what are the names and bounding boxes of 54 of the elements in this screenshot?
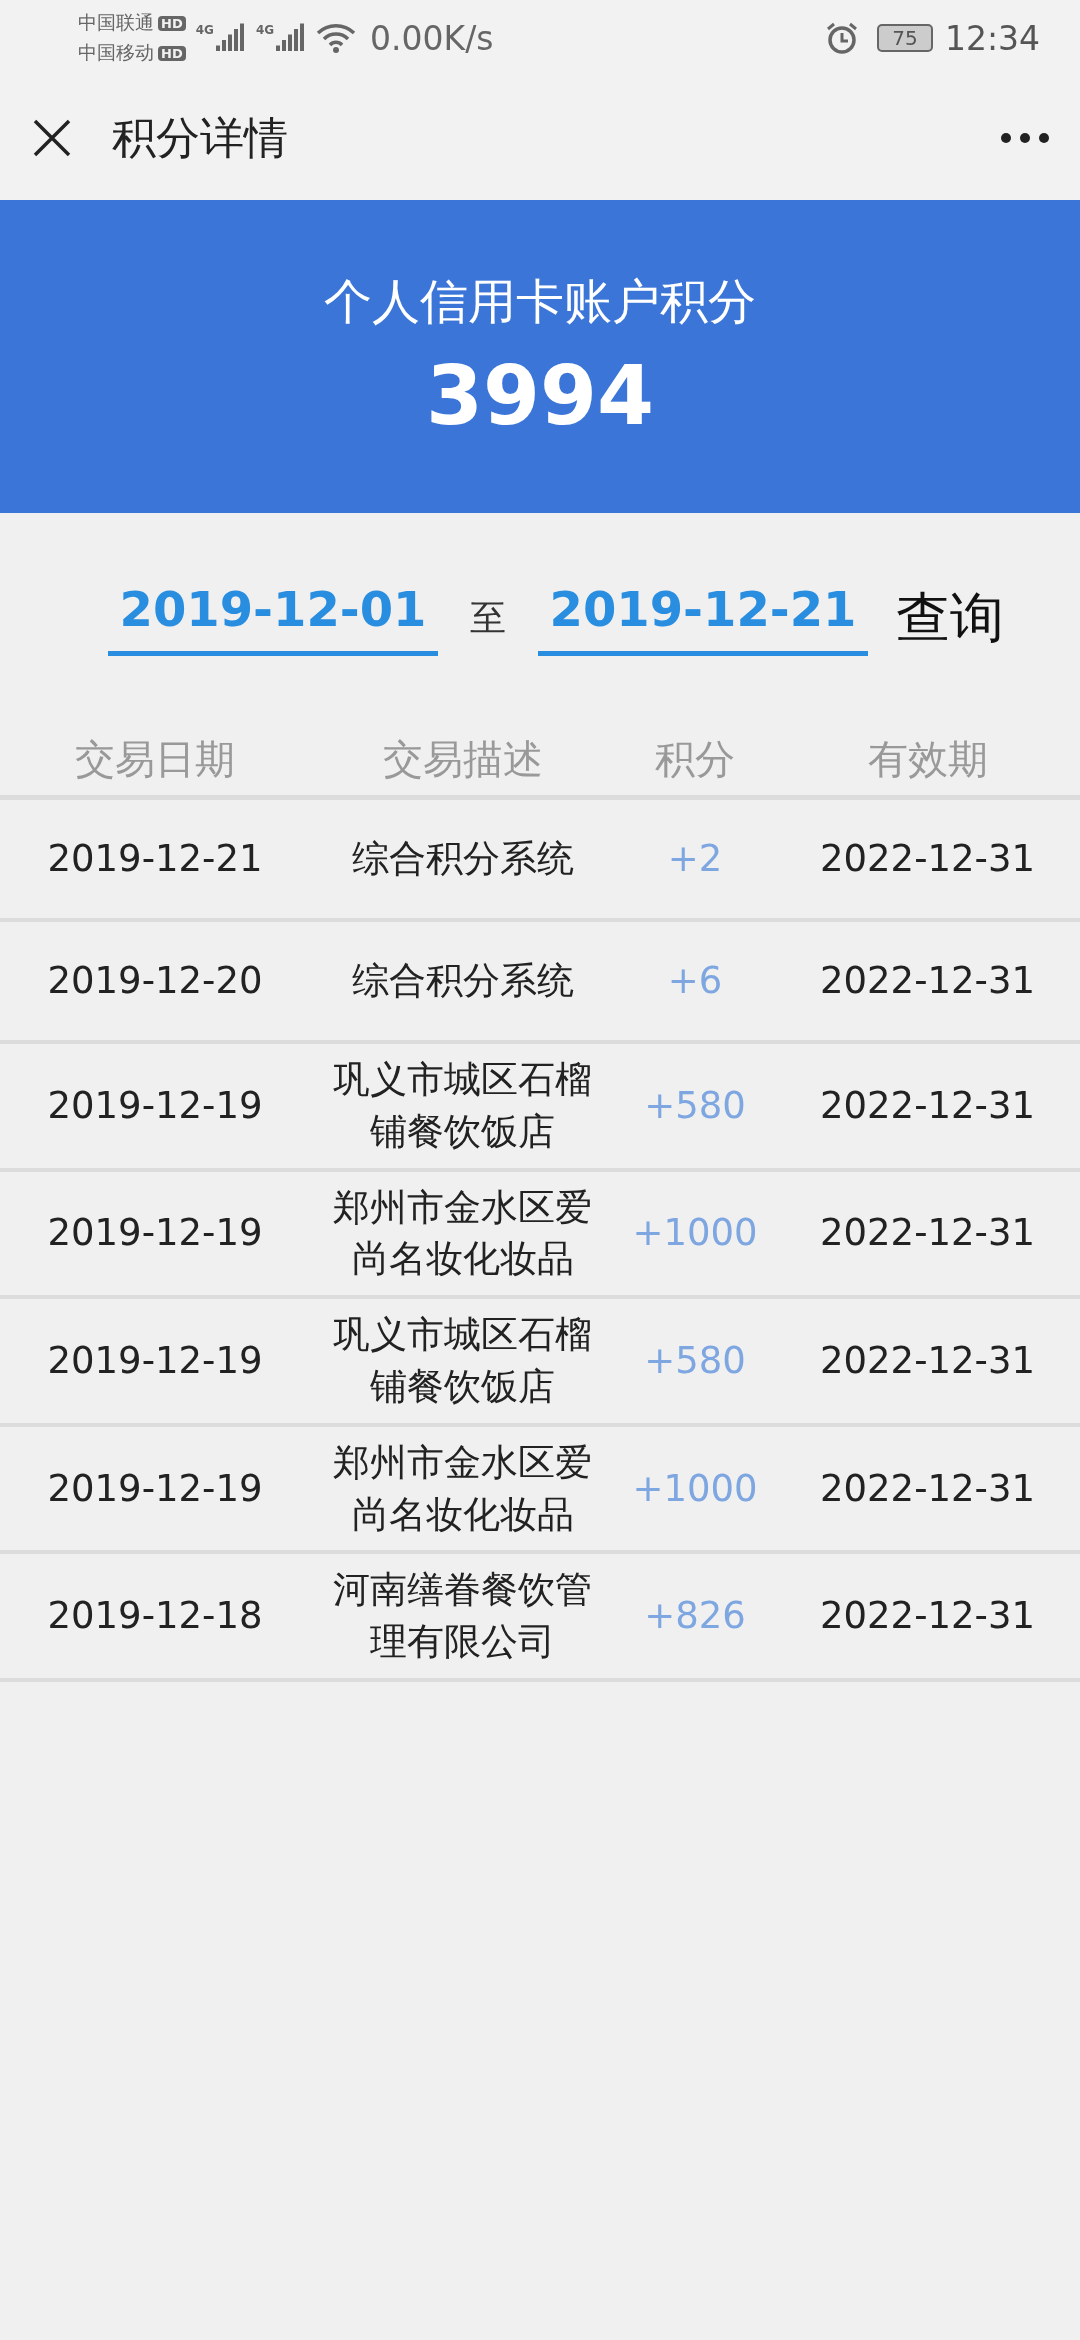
points-cell-text: +6 (666, 958, 724, 1005)
expiry-cell-text: 2022-12-31 (819, 1338, 1036, 1385)
wifi-icon (316, 22, 357, 54)
signal-icon (276, 23, 307, 53)
alarm-icon (824, 21, 859, 55)
expiry-cell-text: 2022-12-31 (819, 958, 1036, 1005)
range-separator: 至 (469, 595, 507, 640)
description-cell-text: 郑州市金水区爱尚名妆化妆品 (332, 1439, 593, 1538)
column-header: 积分 (654, 734, 736, 784)
page-title: 积分详情 (112, 110, 289, 165)
description-cell-text: 综合积分系统 (350, 958, 575, 1005)
points-cell-text: +826 (643, 1593, 747, 1640)
description-cell-text: 巩义市城区石榴铺餐饮饭店 (332, 1312, 593, 1410)
date-cell-text: 2019-12-19 (46, 1338, 264, 1385)
date-cell-text: 2019-12-18 (46, 1593, 264, 1640)
network-speed: 0.00K/s (370, 18, 494, 58)
points-total: 3994 (425, 348, 655, 443)
description-cell-text: 河南缮眷餐饮管理有限公司 (332, 1567, 593, 1666)
date-cell-text: 2019-12-19 (46, 1210, 264, 1257)
date-cell-text: 2019-12-21 (46, 836, 264, 883)
signal-icon (215, 23, 246, 53)
expiry-cell-text: 2022-12-31 (819, 1593, 1036, 1640)
description-cell-text: 综合积分系统 (350, 836, 575, 883)
expiry-cell-text: 2022-12-31 (819, 836, 1036, 883)
column-header: 有效期 (866, 734, 989, 784)
date-cell-text: 2019-12-19 (46, 1465, 264, 1512)
network-label: 4G (255, 23, 275, 37)
description-cell-text: 郑州市金水区爱尚名妆化妆品 (332, 1184, 593, 1283)
description-cell-text: 巩义市城区石榴铺餐饮饭店 (332, 1057, 593, 1155)
end-date-field[interactable]: 2019-12-21 (538, 580, 868, 656)
points-cell-text: +580 (643, 1338, 747, 1385)
points-cell-text: +2 (666, 836, 724, 883)
points-cell-text: +1000 (631, 1210, 759, 1257)
expiry-cell-text: 2022-12-31 (819, 1082, 1036, 1129)
battery-indicator: 75 (876, 24, 933, 52)
date-cell-text: 2019-12-19 (46, 1082, 264, 1129)
points-cell-text: +1000 (631, 1465, 759, 1512)
carrier-name: 中国联通 (78, 10, 154, 35)
start-date-field[interactable]: 2019-12-01 (108, 580, 438, 656)
banner-title: 个人信用卡账户积分 (324, 272, 756, 331)
date-cell-text: 2019-12-20 (46, 958, 264, 1005)
query-button[interactable]: 查询 (896, 581, 1004, 655)
hd-badge: HD (158, 45, 186, 61)
carrier-name: 中国移动 (78, 40, 154, 65)
column-header: 交易描述 (381, 734, 544, 784)
expiry-cell-text: 2022-12-31 (819, 1210, 1036, 1257)
network-label: 4G (195, 23, 214, 37)
expiry-cell-text: 2022-12-31 (819, 1465, 1036, 1512)
clock-time: 12:34 (944, 18, 1040, 58)
hd-badge: HD (158, 15, 186, 31)
more-icon[interactable] (1000, 132, 1050, 144)
close-icon[interactable] (32, 118, 72, 158)
column-header: 交易日期 (74, 734, 236, 784)
points-cell-text: +580 (643, 1082, 747, 1129)
